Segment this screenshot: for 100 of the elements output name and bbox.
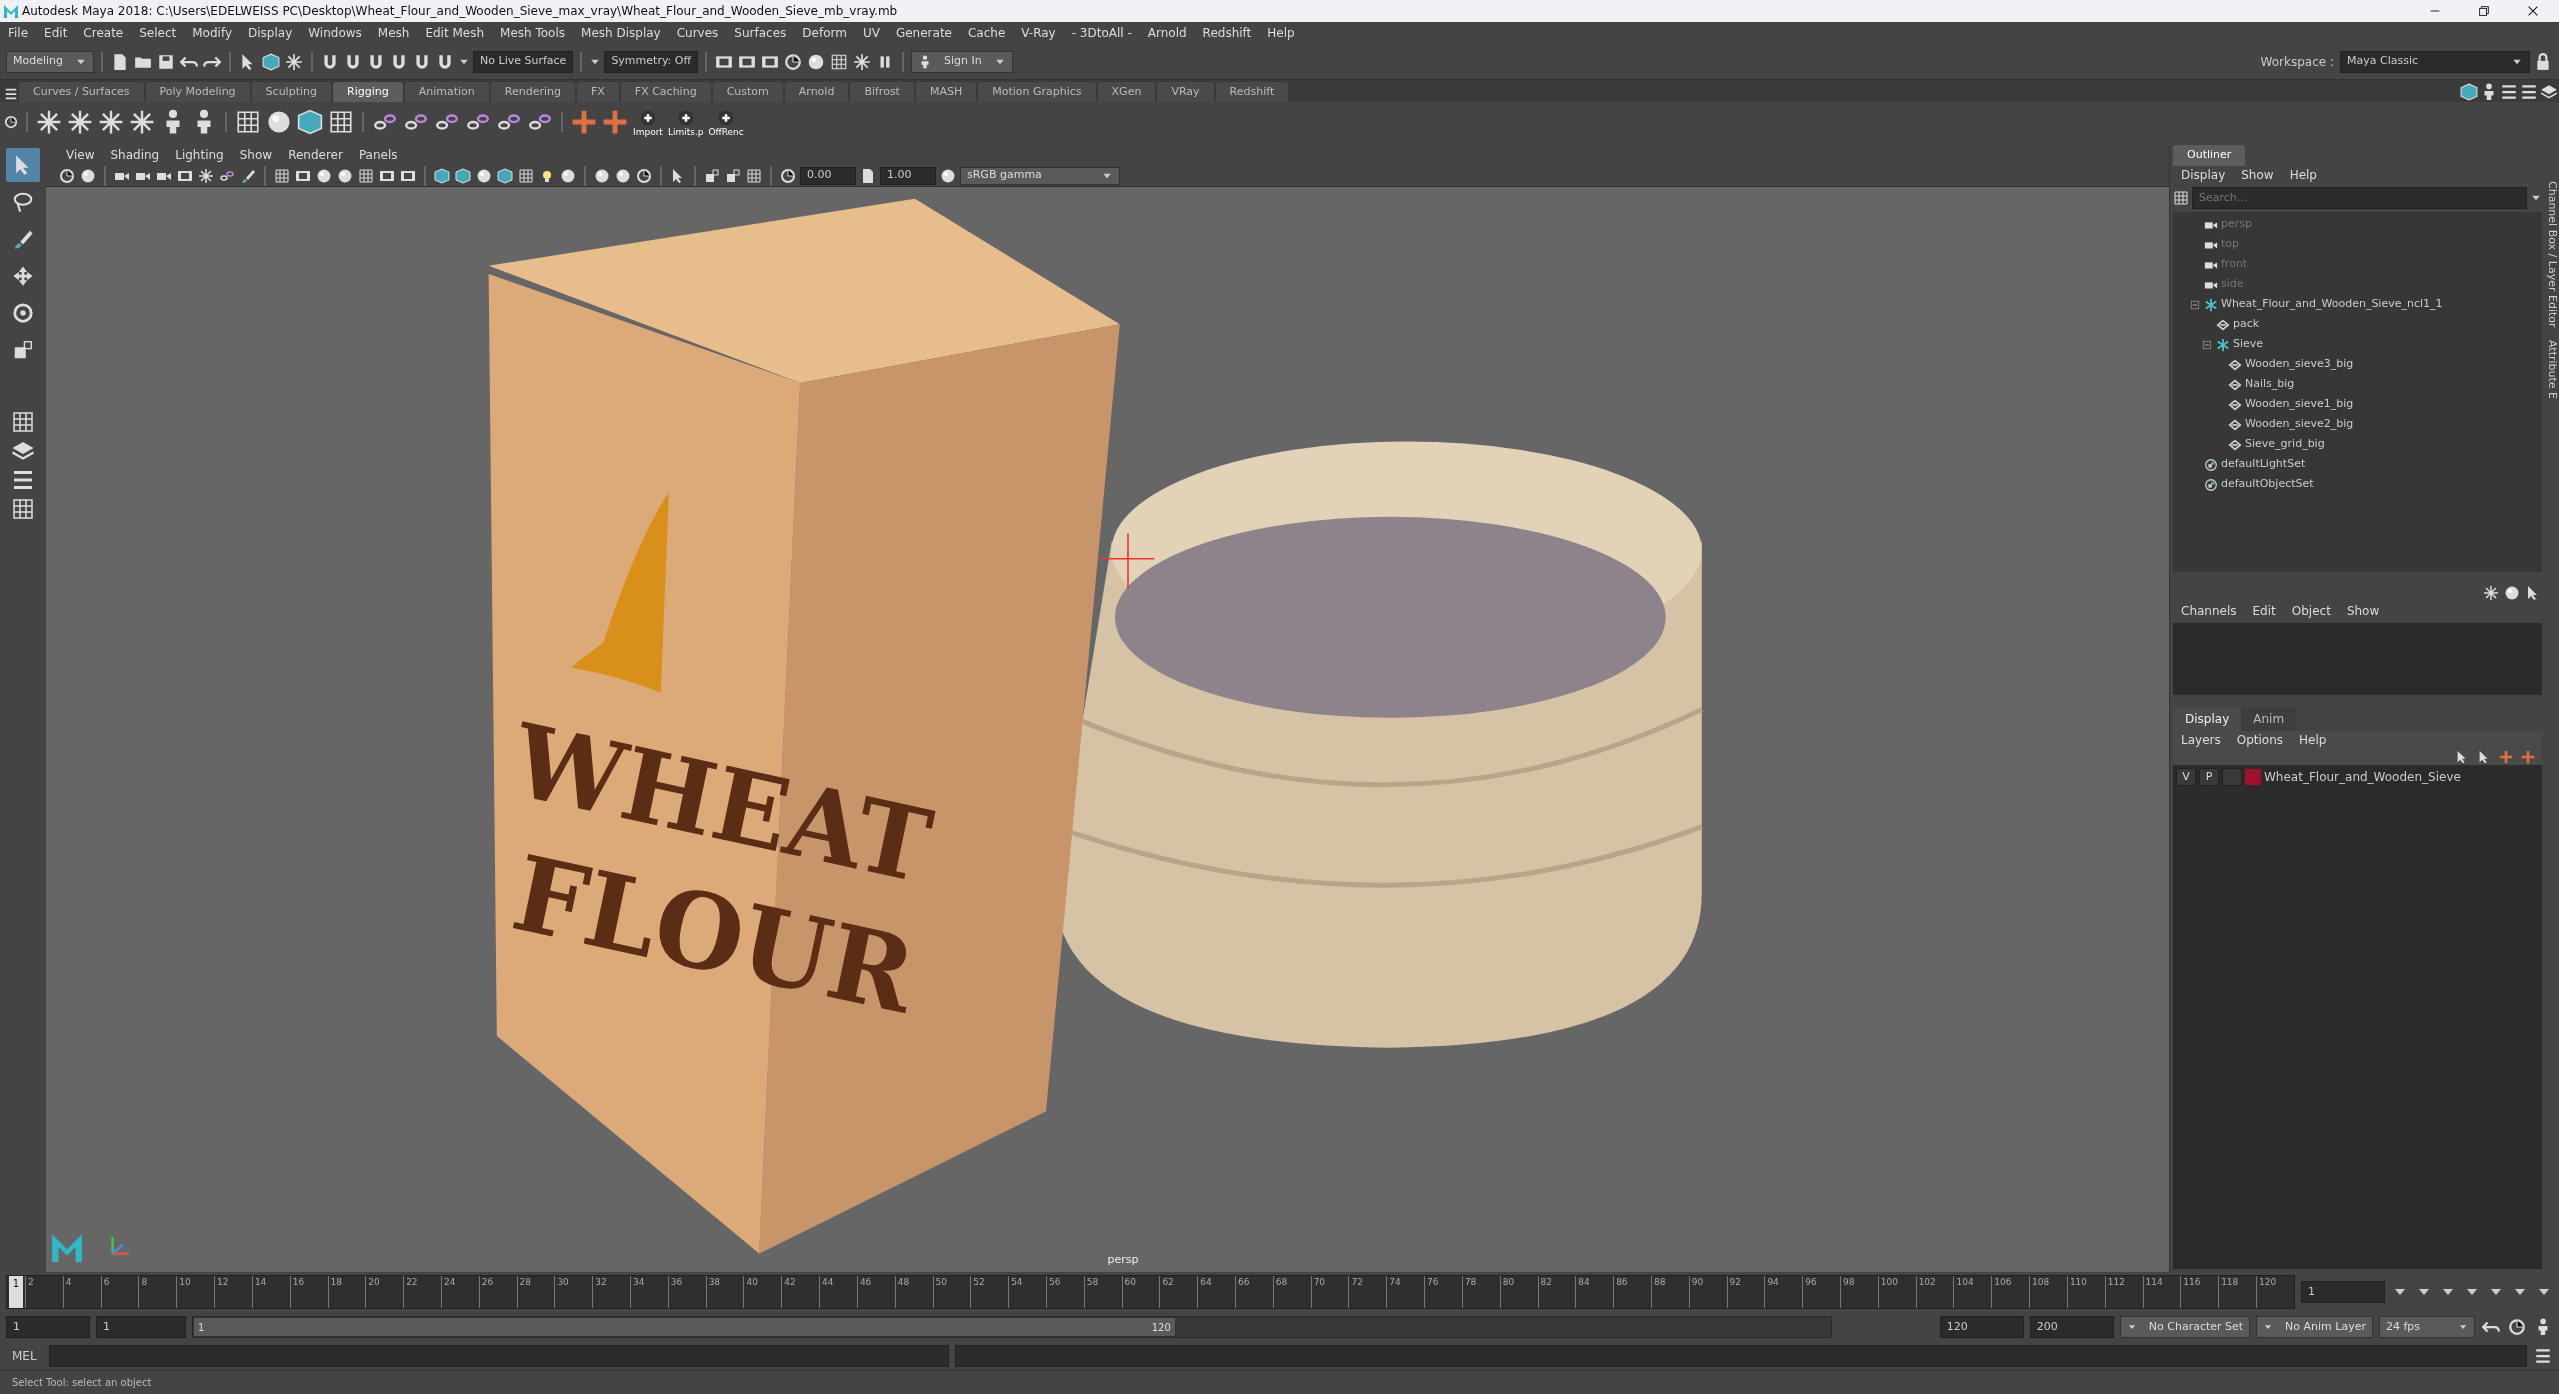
list-icon[interactable] [11, 468, 35, 492]
fps-dropdown[interactable]: 24 fps [2379, 1316, 2475, 1338]
range-slider[interactable]: 1 120 [193, 1317, 1176, 1337]
sphere-icon[interactable] [615, 167, 631, 184]
grid-icon[interactable] [518, 167, 534, 184]
outliner-item[interactable]: Nails_big [2245, 376, 2295, 393]
max-frame-field[interactable]: 200 [2029, 1316, 2114, 1338]
search-field[interactable]: Search... [2192, 186, 2527, 209]
grid-icon[interactable] [2173, 189, 2189, 206]
expander-icon[interactable] [2189, 298, 2201, 311]
shelf-tab[interactable]: Poly Modeling [145, 81, 250, 102]
cube-icon[interactable] [455, 167, 471, 184]
far-clip-field[interactable]: 1.00 [880, 166, 936, 185]
outliner-item[interactable]: Sieve [2233, 336, 2264, 353]
shelf-tab[interactable]: Motion Graphics [978, 81, 1096, 102]
shelf-tab[interactable]: Rendering [490, 81, 575, 102]
reference-toggle[interactable] [2222, 767, 2242, 786]
aperture-icon[interactable] [636, 167, 652, 184]
sphere-icon[interactable] [476, 167, 492, 184]
shelf-tab[interactable]: Custom [712, 81, 783, 102]
file-icon[interactable] [860, 167, 876, 184]
character-set-dropdown[interactable]: No Character Set [2119, 1316, 2251, 1338]
panel-menu-item[interactable]: Shading [102, 146, 168, 164]
close-icon[interactable] [2526, 4, 2540, 18]
save-icon[interactable] [157, 52, 176, 71]
shelf-tab[interactable]: FX [576, 81, 619, 102]
plus-icon[interactable] [602, 109, 628, 135]
sphere-icon[interactable] [266, 109, 292, 135]
panel-menu-item[interactable]: Renderer [280, 146, 351, 164]
grid-icon[interactable] [11, 497, 35, 521]
shelf-tab[interactable]: Bifrost [850, 81, 914, 102]
near-clip-field[interactable]: 0.00 [800, 166, 856, 185]
command-language-label[interactable]: MEL [6, 1347, 43, 1365]
cube-icon[interactable] [497, 167, 513, 184]
menu-item[interactable]: Windows [300, 24, 370, 42]
outliner-item[interactable]: Wooden_sieve1_big [2245, 396, 2354, 413]
panel-menu-item[interactable]: Help [2281, 165, 2325, 184]
outliner-item[interactable]: Wheat_Flour_and_Wooden_Sieve_ncl1_1 [2221, 296, 2443, 313]
shelf-tab[interactable]: FX Caching [620, 81, 711, 102]
panel-menu-item[interactable]: Layers [2173, 730, 2229, 749]
sphere-icon[interactable] [807, 52, 826, 71]
workspace-dropdown[interactable]: Maya Classic [2340, 50, 2530, 73]
menu-item[interactable]: V-Ray [1013, 24, 1064, 42]
aperture-icon[interactable] [2508, 1318, 2526, 1336]
shelf-tab[interactable]: Curves / Surfaces [19, 81, 144, 102]
shelf-tab[interactable]: Sculpting [251, 81, 331, 102]
panel-menu-item[interactable]: Display [2173, 165, 2234, 184]
grid-icon[interactable] [11, 410, 35, 434]
aperture-icon[interactable] [784, 52, 803, 71]
menu-set-dropdown[interactable]: Modeling [6, 50, 95, 73]
sphere-icon[interactable] [940, 167, 956, 184]
menu-item[interactable]: Redshift [1194, 24, 1260, 42]
sphere-icon[interactable] [80, 167, 96, 184]
start-frame-field[interactable]: 1 [6, 1316, 90, 1338]
menu-item[interactable]: Mesh Display [573, 24, 669, 42]
sphere-icon[interactable] [316, 167, 332, 184]
aperture-icon[interactable] [4, 115, 18, 129]
panel-menu-item[interactable]: Lighting [167, 146, 232, 164]
brush-icon[interactable] [240, 167, 256, 184]
plus-icon[interactable] [2521, 749, 2535, 764]
shelf-tab[interactable]: XGen [1097, 81, 1156, 102]
color-space-dropdown[interactable]: sRGB gamma [960, 166, 1120, 185]
panel-menu-item[interactable]: Show [2338, 601, 2388, 620]
cube-icon[interactable] [262, 52, 281, 71]
list-icon[interactable] [2520, 83, 2538, 101]
grid-icon[interactable] [746, 167, 762, 184]
panel-menu-item[interactable]: Channels [2173, 601, 2245, 620]
panel-menu-item[interactable]: Panels [350, 146, 406, 164]
shelf-tab[interactable]: Rigging [333, 81, 403, 102]
outliner-item[interactable]: Wooden_sieve2_big [2245, 416, 2354, 433]
plus-icon[interactable] [2499, 749, 2513, 764]
menu-item[interactable]: Modify [184, 24, 240, 42]
menu-item[interactable]: Mesh Tools [492, 24, 574, 42]
panel-menu-item[interactable]: Help [2291, 730, 2335, 749]
cube-icon[interactable] [434, 167, 450, 184]
menu-item[interactable]: Edit Mesh [417, 24, 493, 42]
menu-item[interactable]: Deform [794, 24, 855, 42]
layer-tab[interactable]: Display [2173, 706, 2242, 731]
shelf-tab[interactable]: Redshift [1215, 81, 1289, 102]
scale-icon[interactable] [704, 167, 720, 184]
shelf-tab[interactable]: Animation [404, 81, 489, 102]
outliner-item[interactable]: pack [2233, 316, 2260, 333]
menu-item[interactable]: UV [854, 24, 888, 42]
end-frame-field[interactable]: 120 [1939, 1316, 2024, 1338]
panel-menu-item[interactable]: Show [2233, 165, 2282, 184]
sphere-icon[interactable] [560, 167, 576, 184]
outliner-item[interactable]: defaultLightSet [2221, 456, 2306, 473]
script-button[interactable]: Limits.p [666, 106, 705, 138]
script-button[interactable]: Import [632, 106, 664, 138]
menu-item[interactable]: Cache [959, 24, 1014, 42]
cube-icon[interactable] [297, 109, 323, 135]
outliner-item[interactable]: defaultObjectSet [2221, 476, 2314, 493]
current-frame-field[interactable]: 1 [2301, 1281, 2385, 1303]
panel-menu-item[interactable]: Edit [2244, 601, 2284, 620]
panel-menu-item[interactable]: Object [2283, 601, 2339, 620]
grid-icon[interactable] [274, 167, 290, 184]
menu-item[interactable]: Select [131, 24, 185, 42]
playback-toggle[interactable]: P [2199, 767, 2219, 786]
aperture-icon[interactable] [59, 167, 75, 184]
shelf-tab[interactable]: VRay [1157, 81, 1214, 102]
